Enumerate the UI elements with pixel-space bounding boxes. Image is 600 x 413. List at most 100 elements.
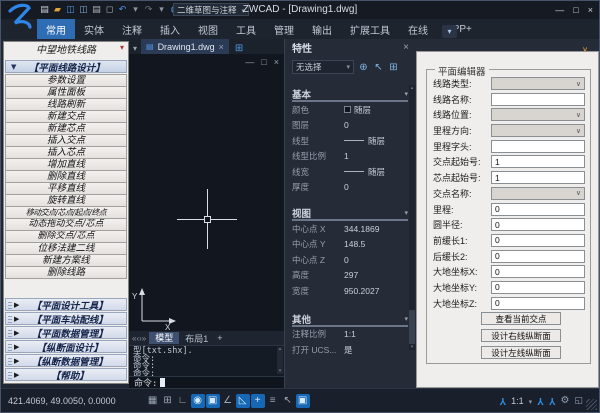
add-layout-button[interactable]: +: [214, 333, 225, 343]
section-basic-header[interactable]: 基本: [292, 88, 408, 102]
ribbon-tab[interactable]: 视图: [189, 19, 227, 39]
command-input[interactable]: 命令:: [129, 376, 284, 388]
ribbon-tab[interactable]: 扩展工具: [341, 19, 399, 39]
section-plane-alignment-design[interactable]: 【平面线路设计】: [5, 60, 127, 73]
ribbon-tab[interactable]: 工具: [227, 19, 265, 39]
collapsed-section[interactable]: 【平面设计工具】: [5, 298, 127, 311]
editor-button[interactable]: 查看当前交点: [481, 312, 561, 325]
annotation-scale-value[interactable]: 1:1: [511, 396, 524, 406]
field-control[interactable]: ∨: [491, 77, 585, 90]
property-row[interactable]: 线型比例 1: [285, 149, 416, 165]
palette-menu-icon[interactable]: [117, 43, 127, 53]
dynamic-input-icon[interactable]: +: [251, 394, 265, 408]
undo-icon[interactable]: ↶: [117, 3, 128, 16]
undo-caret-icon[interactable]: ▾: [130, 3, 141, 16]
property-row[interactable]: 中心点 Z 0: [285, 252, 416, 268]
document-tab[interactable]: Drawing1.dwg: [141, 39, 229, 54]
collapsed-section[interactable]: 【帮助】: [5, 368, 127, 381]
field-control[interactable]: 0 ∨: [491, 265, 585, 278]
pickadd-toggle-icon[interactable]: ⊕: [357, 61, 370, 74]
object-tracking-icon[interactable]: ∠: [221, 394, 235, 408]
field-control[interactable]: 0 ∨: [491, 297, 585, 310]
mdi-restore-button[interactable]: □: [261, 57, 266, 67]
ortho-icon[interactable]: ∟: [176, 394, 190, 408]
annotation-visibility-icon[interactable]: [537, 395, 544, 406]
collapsed-section[interactable]: 【纵断数据管理】: [5, 354, 127, 367]
editor-button[interactable]: 设计左线纵断面: [481, 346, 561, 359]
collapsed-section[interactable]: 【纵断面设计】: [5, 340, 127, 353]
field-control[interactable]: ∨: [491, 187, 585, 200]
section-other-header[interactable]: 其他: [292, 313, 408, 327]
fullscreen-icon[interactable]: [574, 395, 583, 406]
field-control[interactable]: ∨: [491, 108, 585, 121]
field-control[interactable]: ∨: [491, 93, 585, 106]
grid-icon[interactable]: ▦: [146, 394, 160, 408]
selection-cycling-icon[interactable]: ↖: [281, 394, 295, 408]
property-row[interactable]: 线型 随层: [285, 133, 416, 149]
property-row[interactable]: 打开 UCS... 是: [285, 342, 416, 358]
property-row[interactable]: 厚度 0: [285, 180, 416, 196]
ribbon-more-button[interactable]: [442, 25, 457, 38]
settings-gear-icon[interactable]: [561, 395, 570, 406]
panel-collapse-icon[interactable]: [579, 39, 591, 51]
properties-close-icon[interactable]: [403, 42, 409, 53]
print-icon[interactable]: ▤: [91, 3, 102, 16]
selection-dropdown[interactable]: 无选择: [292, 60, 354, 74]
collapsed-section[interactable]: 【平面数据管理】: [5, 326, 127, 339]
field-control[interactable]: 1 ∨: [491, 155, 585, 168]
field-control[interactable]: 0 ∨: [491, 234, 585, 247]
maximize-button[interactable]: □: [573, 5, 578, 15]
new-drawing-icon[interactable]: [235, 38, 243, 56]
last-layout-icon[interactable]: »: [142, 334, 146, 343]
field-control[interactable]: 0 ∨: [491, 281, 585, 294]
ribbon-tab[interactable]: 实体: [75, 19, 113, 39]
new-file-icon[interactable]: ▤: [39, 3, 50, 16]
property-row[interactable]: 高度 297: [285, 268, 416, 284]
polar-tracking-icon[interactable]: ◉: [191, 394, 205, 408]
field-control[interactable]: 1 ∨: [491, 171, 585, 184]
property-row[interactable]: 中心点 X 344.1869: [285, 221, 416, 237]
redo-caret-icon[interactable]: ▾: [156, 3, 167, 16]
resize-grip[interactable]: [586, 399, 597, 410]
tab-close-icon[interactable]: [219, 42, 224, 52]
ribbon-tab[interactable]: 注释: [113, 19, 151, 39]
save-as-icon[interactable]: ◫: [78, 3, 89, 16]
palette-button[interactable]: 删除线路: [5, 266, 127, 279]
property-row[interactable]: 图层 0: [285, 118, 416, 134]
ribbon-tab[interactable]: 管理: [265, 19, 303, 39]
ribbon-tab[interactable]: 插入: [151, 19, 189, 39]
workspace-icon[interactable]: ▣: [296, 394, 310, 408]
preview-icon[interactable]: ◻: [104, 3, 115, 16]
mdi-minimize-button[interactable]: —: [245, 57, 254, 67]
scrollbar-thumb[interactable]: [409, 310, 415, 344]
save-icon[interactable]: ◫: [65, 3, 76, 16]
close-button[interactable]: ×: [588, 5, 593, 15]
section-view-header[interactable]: 视图: [292, 207, 408, 221]
dynamic-ucs-icon[interactable]: ◺: [236, 394, 250, 408]
select-objects-icon[interactable]: ↖: [372, 61, 385, 74]
annotation-autoscale-icon[interactable]: [549, 395, 556, 406]
redo-icon[interactable]: ↷: [143, 3, 154, 16]
collapsed-section[interactable]: 【平面车站配线】: [5, 312, 127, 325]
field-control[interactable]: 0 ∨: [491, 250, 585, 263]
field-control[interactable]: ∨: [491, 140, 585, 153]
tab-list-icon[interactable]: [129, 38, 141, 56]
annotation-scale-icon[interactable]: [499, 395, 506, 406]
workspace-select[interactable]: 二维草图与注释: [173, 3, 249, 16]
object-snap-icon[interactable]: ▣: [206, 394, 220, 408]
ribbon-tab[interactable]: 在线: [399, 19, 437, 39]
chevron-down-icon[interactable]: [529, 396, 533, 406]
ribbon-tab[interactable]: 输出: [303, 19, 341, 39]
open-folder-icon[interactable]: ▰: [52, 3, 63, 16]
property-row[interactable]: 颜色 随层: [285, 102, 416, 118]
quick-select-icon[interactable]: ⊞: [387, 61, 400, 74]
minimize-button[interactable]: —: [555, 5, 564, 15]
command-scrollbar[interactable]: ▴▾: [277, 347, 283, 374]
ribbon-tab[interactable]: 常用: [37, 19, 75, 39]
grid-snap-icon[interactable]: ⊞: [161, 394, 175, 408]
tab-model[interactable]: 模型: [149, 332, 179, 344]
field-control[interactable]: ∨: [491, 124, 585, 137]
field-control[interactable]: 0 ∨: [491, 203, 585, 216]
drawing-canvas[interactable]: Drawing1.dwg — □ × Y X: [129, 39, 284, 388]
property-row[interactable]: 注释比例 1:1: [285, 327, 416, 343]
